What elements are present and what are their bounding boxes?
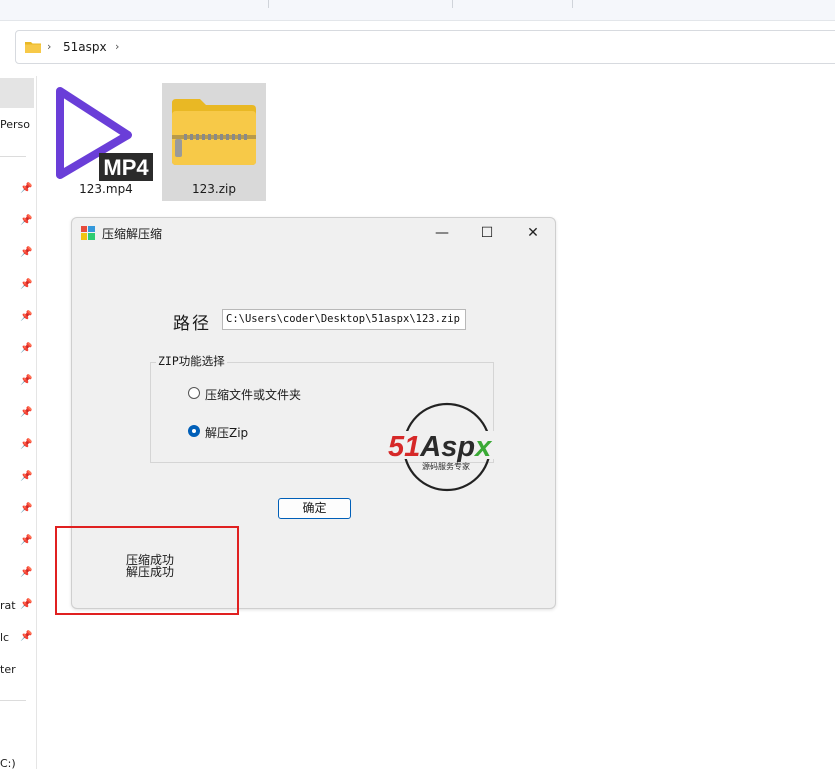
pin-icon: 📌 [20, 631, 33, 642]
pin-icon: 📌 [20, 439, 33, 450]
dialog-title: 压缩解压缩 [102, 227, 163, 241]
pin-icon: 📌 [20, 279, 33, 290]
pin-icon: 📌 [20, 215, 33, 226]
nav-item-label[interactable]: ter [0, 663, 16, 676]
pin-icon: 📌 [20, 311, 33, 322]
breadcrumb-item[interactable]: 51aspx [63, 40, 107, 54]
zip-folder-icon [172, 99, 256, 165]
watermark-logo: 51Aspx 源码服务专家 [386, 402, 512, 492]
pin-icon: 📌 [20, 471, 33, 482]
folder-icon [25, 42, 41, 53]
address-bar[interactable]: › 51aspx › [15, 30, 835, 64]
chevron-right-icon[interactable]: › [115, 40, 119, 53]
pin-icon: 📌 [20, 535, 33, 546]
highlight-box [55, 526, 239, 615]
file-item-zip[interactable]: 123.zip [162, 83, 266, 201]
radio-extract[interactable] [188, 425, 200, 437]
close-icon[interactable]: ✕ [515, 222, 551, 244]
pin-icon: 📌 [20, 599, 33, 610]
file-item-mp4[interactable]: MP4 123.mp4 [54, 83, 158, 201]
minimize-icon[interactable]: — [424, 222, 460, 244]
pin-icon: 📌 [20, 503, 33, 514]
mp4-video-icon: MP4 [56, 87, 153, 181]
file-name: 123.zip [192, 182, 236, 196]
toolbar-separator [268, 0, 269, 8]
pin-icon: 📌 [20, 567, 33, 578]
toolbar-separator [572, 0, 573, 8]
group-label: ZIP功能选择 [156, 353, 227, 369]
app-icon [81, 226, 95, 240]
pin-icon: 📌 [20, 183, 33, 194]
nav-divider [0, 156, 26, 157]
nav-item-label[interactable]: C:) [0, 757, 16, 770]
toolbar-strip [0, 0, 835, 21]
radio-compress[interactable] [188, 387, 200, 399]
toolbar-separator [452, 0, 453, 8]
pin-icon: 📌 [20, 375, 33, 386]
pin-icon: 📌 [20, 407, 33, 418]
pin-icon: 📌 [20, 343, 33, 354]
navigation-pane: Perso 📌 📌 📌 📌 📌 📌 📌 📌 📌 📌 📌 📌 📌 rat 📌 lc… [0, 76, 37, 770]
pin-icon: 📌 [20, 247, 33, 258]
file-name: 123.mp4 [79, 182, 133, 196]
watermark-tagline: 源码服务专家 [422, 461, 470, 471]
path-input[interactable]: C:\Users\coder\Desktop\51aspx\123.zip [222, 309, 466, 330]
ok-button[interactable]: 确定 [278, 498, 351, 519]
mp4-badge: MP4 [103, 155, 149, 180]
chevron-right-icon[interactable]: › [47, 40, 51, 53]
nav-item-selected[interactable] [0, 78, 34, 108]
nav-item-label[interactable]: Perso [0, 118, 30, 131]
maximize-icon[interactable]: ☐ [469, 222, 505, 244]
nav-divider [0, 700, 26, 701]
watermark-brand: 51Aspx [388, 431, 493, 463]
nav-item-label[interactable]: lc [0, 631, 9, 644]
path-label: 路径 [173, 314, 211, 334]
radio-compress-label[interactable]: 压缩文件或文件夹 [205, 386, 301, 403]
nav-item-label[interactable]: rat [0, 599, 16, 612]
radio-extract-label[interactable]: 解压Zip [205, 424, 248, 441]
